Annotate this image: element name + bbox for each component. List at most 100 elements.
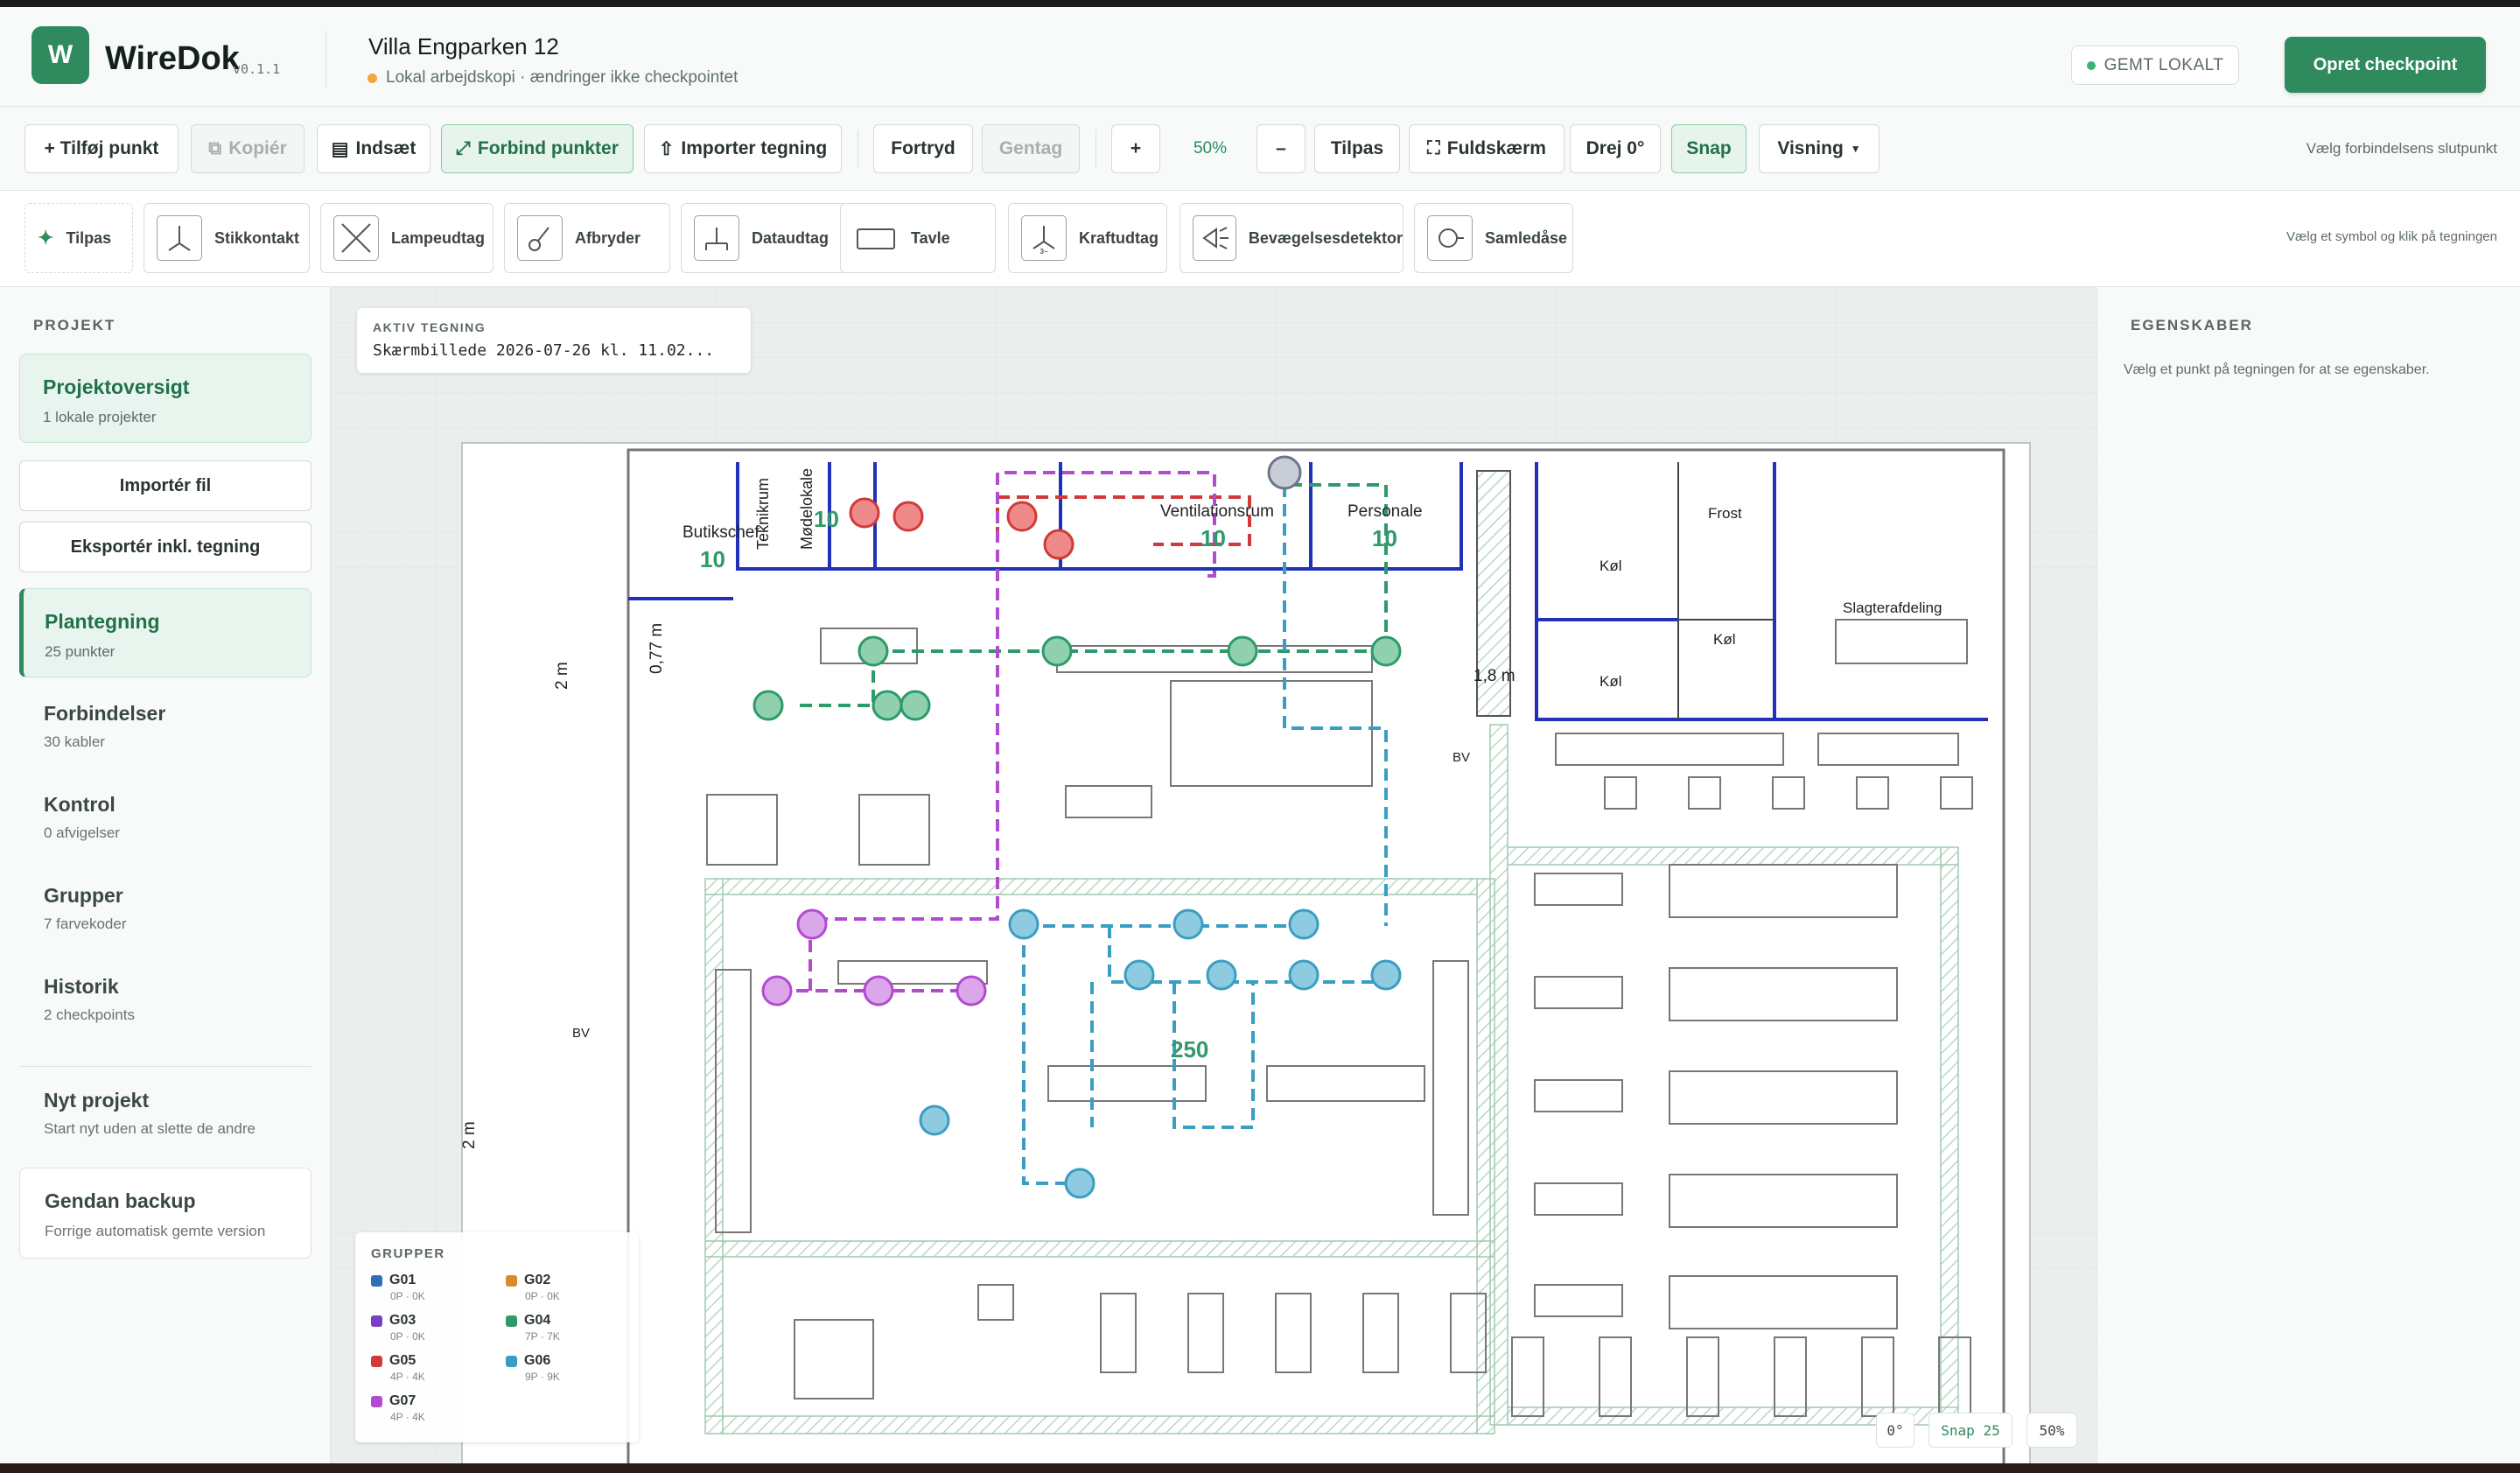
restore-backup-card[interactable]: Gendan backup Forrige automatisk gemte v… [19,1168,312,1259]
drawing-canvas[interactable]: Butikschef 10 Teknikrum Mødelokale 10 Ve… [331,287,2096,1473]
svg-text:Ventilationsrum: Ventilationsrum [1160,502,1274,521]
paste-button[interactable]: ▤ Indsæt [317,124,430,173]
new-project-title: Nyt projekt [44,1089,150,1112]
restore-title: Gendan backup [45,1189,196,1212]
legend-item-g06[interactable]: G06 [506,1353,550,1369]
nav-title: Historik [44,975,119,998]
symbol-bevaegelsesdetektor[interactable]: Bevægelsesdetektor [1180,203,1404,273]
redo-button[interactable]: Gentag [982,124,1080,173]
new-project-sub: Start nyt uden at slette de andre [44,1120,256,1137]
nav-sub: 7 farvekoder [44,915,127,932]
color-swatch-icon [506,1315,517,1327]
nav-sub: 2 checkpoints [44,1007,135,1023]
legend-item-g02[interactable]: G02 [506,1273,550,1288]
nav-title: Kontrol [44,793,116,816]
symbol-afbryder[interactable]: Afbryder [504,203,670,273]
nav-plantegning[interactable]: Plantegning 25 punkter [19,588,312,677]
create-checkpoint-button[interactable]: Opret checkpoint [2285,37,2486,93]
project-status: Lokal arbejdskopi · ændringer ikke check… [368,68,738,88]
legend-id: G03 [389,1313,416,1328]
paste-label: Indsæt [355,138,416,158]
legend-id: G06 [524,1353,551,1368]
svg-text:Mødelokale: Mødelokale [798,468,816,550]
symbol-bar: ✦ Tilpas Stikkontakt Lampeudtag Afbryder … [0,191,2520,287]
symbol-dataudtag[interactable]: Dataudtag [681,203,847,273]
symbol-label: Tilpas [66,228,112,247]
legend-title: GRUPPER [371,1246,445,1261]
symbol-tavle[interactable]: Tavle [840,203,996,273]
import-file-button[interactable]: Importér fil [19,460,312,511]
color-swatch-icon [506,1274,517,1287]
svg-text:10: 10 [1200,525,1226,551]
svg-text:Frost: Frost [1708,505,1742,522]
legend-id: G04 [524,1313,551,1328]
legend-item-g07[interactable]: G07 [371,1393,416,1409]
nav-title: Grupper [44,884,123,907]
legend-sub: 0P · 0K [525,1290,560,1302]
symbol-stikkontakt[interactable]: Stikkontakt [144,203,310,273]
rotate-button[interactable]: Drej 0° [1570,124,1661,173]
legend-item-g04[interactable]: G04 [506,1313,550,1329]
symbol-kraftudtag[interactable]: 3~ Kraftudtag [1008,203,1167,273]
symbol-hint: Vælg et symbol og klik på tegningen [2286,229,2497,244]
add-point-button[interactable]: + Tilføj punkt [24,124,178,173]
nav-sub: 25 punkter [45,643,116,660]
app-version: v0.1.1 [233,61,281,77]
copy-icon: ⧉ [208,138,222,158]
nav-sub: 30 kabler [44,733,105,750]
snap-toggle[interactable]: Snap [1671,124,1746,173]
color-swatch-icon [371,1355,382,1367]
export-button[interactable]: Eksportér inkl. tegning [19,522,312,572]
svg-text:Personale: Personale [1348,502,1423,521]
project-overview-card[interactable]: Projektoversigt 1 lokale projekter [19,354,312,443]
copy-button[interactable]: ⧉ Kopiér [191,124,304,173]
undo-button[interactable]: Fortryd [873,124,973,173]
window-top-edge [0,0,2520,7]
symbol-tilpas[interactable]: ✦ Tilpas [24,203,133,273]
copy-label: Kopiér [228,138,287,158]
lamp-icon [333,215,379,261]
status-zoom: 50% [2026,1413,2077,1448]
legend-id: G05 [389,1353,416,1368]
connect-icon: ⤢ [456,138,471,158]
legend-item-g03[interactable]: G03 [371,1313,416,1329]
symbol-samledaase[interactable]: Samledåse [1414,203,1573,273]
unsaved-dot-icon [368,73,377,83]
nav-sub: 0 afvigelser [44,824,120,841]
saved-dot-icon [2086,60,2096,70]
import-label: Importer tegning [681,138,828,158]
symbol-label: Bevægelsesdetektor [1248,228,1403,247]
fit-button[interactable]: Tilpas [1314,124,1400,173]
project-status-text: Lokal arbejdskopi · ændringer ikke check… [386,68,738,87]
legend-item-g05[interactable]: G05 [371,1353,416,1369]
svg-text:BV: BV [1452,750,1470,765]
upload-icon: ⇧ [658,138,675,159]
connect-points-button[interactable]: ⤢ Forbind punkter [441,124,634,173]
project-overview-sub: 1 lokale projekter [43,409,157,425]
main-toolbar: + Tilføj punkt ⧉ Kopiér ▤ Indsæt ⤢ Forbind … [0,107,2520,191]
zoom-in-button[interactable]: + [1111,124,1160,173]
symbol-label: Samledåse [1485,228,1568,247]
svg-text:0,77 m: 0,77 m [648,623,666,674]
svg-text:Køl: Køl [1713,631,1736,648]
motion-detector-icon [1193,215,1236,261]
view-dropdown[interactable]: Visning ▼ [1759,124,1880,173]
svg-text:2 m: 2 m [460,1121,479,1149]
color-swatch-icon [371,1315,382,1327]
fullscreen-button[interactable]: ⛶ Fuldskærm [1409,124,1564,173]
legend-sub: 9P · 9K [525,1371,560,1383]
color-swatch-icon [371,1395,382,1407]
power-outlet-icon: 3~ [1021,215,1067,261]
import-drawing-button[interactable]: ⇧ Importer tegning [644,124,842,173]
svg-text:10: 10 [814,506,839,532]
legend-item-g01[interactable]: G01 [371,1273,416,1288]
active-drawing-card: AKTIV TEGNING Skærmbillede 2026-07-26 kl… [357,308,751,373]
status-snap[interactable]: Snap 25 [1928,1413,2012,1448]
nav-title: Forbindelser [44,702,166,725]
symbol-lampeudtag[interactable]: Lampeudtag [320,203,494,273]
svg-text:10: 10 [1372,525,1397,551]
sidebar-divider [19,1066,312,1067]
zoom-out-button[interactable]: – [1256,124,1306,173]
active-drawing-file: Skærmbillede 2026-07-26 kl. 11.02... [373,341,715,360]
socket-icon [157,215,202,261]
